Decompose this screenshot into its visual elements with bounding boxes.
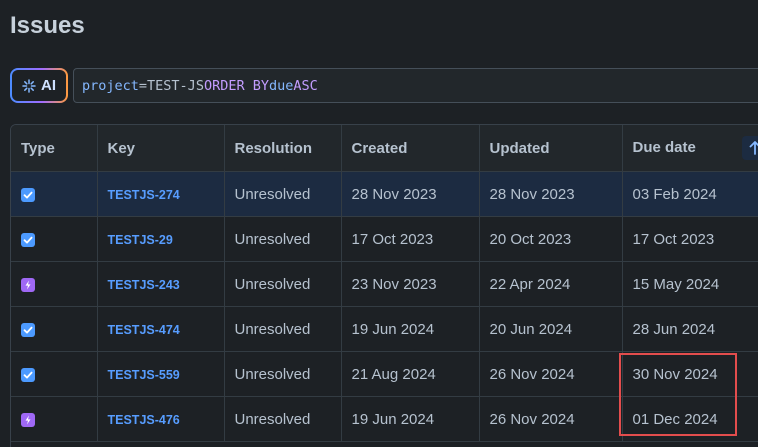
query-order-by: ORDER BY [203,77,269,94]
cell-created: 23 Nov 2023 [341,261,480,307]
issues-table: Type Key Resolution Created Updated Due … [10,124,758,447]
cell-type [11,261,98,307]
epic-icon [21,277,35,292]
column-header-created[interactable]: Created [341,125,480,172]
query-operator: = [138,77,148,94]
cell-resolution: Unresolved [224,171,342,217]
ai-label: AI [41,77,56,94]
due-date-header-label: Due date [632,138,696,156]
column-header-updated[interactable]: Updated [479,125,623,172]
cell-due-date: 01 Dec 2024 [622,396,758,442]
cell-type [11,351,98,397]
cell-updated: 26 Nov 2024 [479,351,623,397]
cell-created: 21 Aug 2024 [341,351,480,397]
query-order-field: due [268,77,294,94]
cell-resolution: Unresolved [224,216,342,262]
issue-key-link[interactable]: TESTJS-243 [108,278,180,292]
issue-key-link[interactable]: TESTJS-474 [108,323,180,337]
column-header-resolution[interactable]: Resolution [224,125,342,172]
cell-key: TESTJS-274 [97,171,225,217]
issues-page: Issues AI project = TEST-JS ORDER BY due… [0,0,758,447]
task-checkbox-icon [21,367,35,382]
issue-key-link[interactable]: TESTJS-29 [108,233,173,247]
cell-type [11,171,98,217]
cell-due-date: 17 Oct 2023 [622,216,758,262]
cell-created: 19 Jun 2024 [341,396,480,442]
query-value: TEST-JS [147,77,204,94]
epic-icon [21,412,35,427]
task-checkbox-icon [21,232,35,247]
cell-resolution: Unresolved [224,306,342,352]
table-row[interactable]: TESTJS-476 Unresolved 19 Jun 2024 26 Nov 20… [11,396,758,442]
cell-key: TESTJS-243 [97,261,225,307]
issue-key-link[interactable]: TESTJS-559 [108,368,180,382]
cell-key: TESTJS-29 [97,216,225,262]
cell-created: 28 Nov 2023 [341,171,480,217]
sparkle-icon [22,78,36,93]
table-row[interactable]: TESTJS-559 Unresolved 21 Aug 2024 26 Nov 20… [11,351,758,397]
cell-created: 17 Oct 2023 [341,216,480,262]
cell-key: TESTJS-476 [97,396,225,442]
cell-updated: 22 Apr 2024 [479,261,623,307]
cell-updated: 28 Nov 2023 [479,171,623,217]
query-field: project [82,77,139,94]
cell-type [11,216,98,262]
arrow-up-icon [749,141,758,155]
task-checkbox-icon [21,322,35,337]
table-header-row: Type Key Resolution Created Updated Due … [11,125,758,172]
cell-resolution: Unresolved [224,351,342,397]
issue-key-link[interactable]: TESTJS-476 [108,413,180,427]
cell-due-date: 03 Feb 2024 [622,171,758,217]
jql-query-input[interactable]: project = TEST-JS ORDER BY due ASC [73,68,758,103]
table-row[interactable]: TESTJS-474 Unresolved 19 Jun 2024 20 Jun 20… [11,306,758,352]
cell-key: TESTJS-559 [97,351,225,397]
cell-due-date: 15 May 2024 [622,261,758,307]
sort-ascending-button[interactable] [742,136,758,160]
cell-type [11,306,98,352]
column-header-key[interactable]: Key [97,125,225,172]
cell-created: 19 Jun 2024 [341,306,480,352]
table-row[interactable]: TESTJS-274 Unresolved 28 Nov 2023 28 Nov 20… [11,171,758,217]
table-row[interactable]: TESTJS-243 Unresolved 23 Nov 2023 22 Apr 20… [11,261,758,307]
cell-updated: 26 Nov 2024 [479,396,623,442]
cell-due-date: 28 Jun 2024 [622,306,758,352]
cell-updated: 20 Oct 2023 [479,216,623,262]
cell-due-date: 30 Nov 2024 [622,351,758,397]
cell-updated: 20 Jun 2024 [479,306,623,352]
task-checkbox-icon [21,187,35,202]
column-header-type[interactable]: Type [11,125,98,172]
table-row[interactable]: TESTJS-29 Unresolved 17 Oct 2023 20 Oct 202… [11,216,758,262]
cell-resolution: Unresolved [224,396,342,442]
page-title: Issues [10,12,85,39]
ai-search-button[interactable]: AI [10,68,68,103]
cell-type [11,396,98,442]
issue-key-link[interactable]: TESTJS-274 [108,188,180,202]
column-header-due-date[interactable]: Due date [622,125,758,172]
cell-key: TESTJS-474 [97,306,225,352]
cell-resolution: Unresolved [224,261,342,307]
query-order-dir: ASC [293,77,318,94]
